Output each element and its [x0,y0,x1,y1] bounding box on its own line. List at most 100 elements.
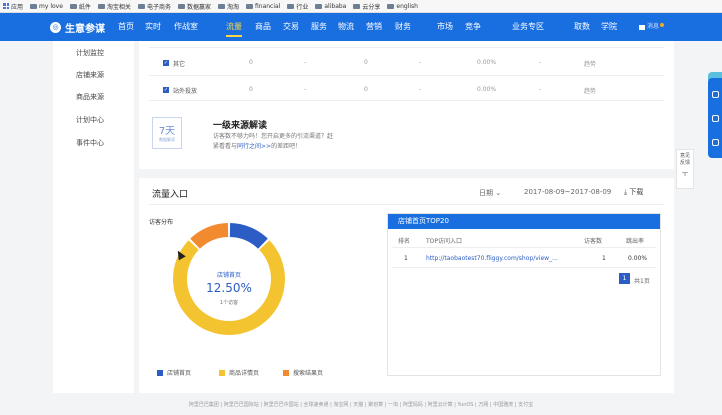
folder-icon [69,3,77,9]
nav-item-5[interactable]: 交易 [283,13,299,41]
apps-icon [3,3,9,9]
messages-label: 消息 [647,23,660,30]
envelope-icon [639,24,645,30]
row-url[interactable]: http://taobaotest70.fliggy.com/shop/view… [426,255,558,262]
bookmark-item[interactable]: my love [30,3,63,10]
legend-item[interactable]: 搜索结果页 [283,368,323,377]
row-checkbox[interactable]: ✓ [163,60,169,66]
sidebar-item-1[interactable]: 店铺来源 [76,70,104,80]
sidebar-item-2[interactable]: 商品来源 [76,92,104,102]
nav-item-10[interactable]: 市场 [437,13,453,41]
nav-item-12[interactable]: 业务专区 [512,13,544,41]
bookmark-item[interactable]: 电子商务 [137,2,171,11]
days-tag: 数据解读 [159,137,175,142]
bookmark-item[interactable]: 行业 [287,2,308,11]
bookmark-label: 数据赢家 [186,3,211,11]
peer-link[interactable]: 同行之间>> [237,143,271,150]
bookmark-label: 电子商务 [146,3,171,11]
folder-icon [97,3,105,9]
date-select[interactable]: 日期 ⌄ [479,188,501,198]
divider [149,100,664,101]
nav-item-1[interactable]: 实时 [145,13,161,41]
back-to-top-button[interactable]: ㅜ [677,169,693,179]
row-cell: 0.00% [477,59,497,66]
folder-icon [315,3,323,9]
section-gap [139,169,674,178]
sidebar-item-4[interactable]: 事件中心 [76,138,104,148]
nav-item-14[interactable]: 学院 [601,13,617,41]
nav-item-7[interactable]: 物流 [338,13,354,41]
row-checkbox[interactable]: ✓ [163,87,169,93]
nav-item-9[interactable]: 财务 [395,13,411,41]
nav-item-13[interactable]: 取数 [574,13,590,41]
side-toolbar [708,78,722,158]
donut-center-value: 12.50% [206,281,252,295]
brand-icon: ◎ [50,21,61,33]
bell-icon[interactable] [711,90,719,98]
folder-icon [287,3,295,9]
bookmark-item[interactable]: financial [245,2,281,10]
slice-2[interactable] [190,223,229,249]
chat-icon[interactable] [711,114,719,122]
bookmark-label: financial [254,2,281,10]
legend-label: 搜索结果页 [293,370,324,377]
bookmark-label: 行业 [296,3,309,11]
bookmark-label: alibaba [324,2,347,10]
bookmark-label: 淘淘 [226,3,239,11]
bookmark-item[interactable]: 纸件 [69,2,91,11]
brand-logo[interactable]: ◎ 生意参谋 [50,20,105,35]
nav-item-11[interactable]: 竞争 [465,13,481,41]
legend-swatch [219,369,225,376]
nav-item-6[interactable]: 服务 [311,13,327,41]
feedback-button[interactable]: 意见 反馈 [677,153,693,167]
row-rank: 1 [404,255,408,262]
bookmark-item[interactable]: 淘宝相关 [97,2,131,11]
bookmark-item[interactable]: english [387,3,418,10]
main-panel: 7天 数据解读 一级来源解读 访客数不够力吗！您开启更多的引流渠道？赶 紧看看与… [139,41,674,393]
bookmark-item[interactable]: 云分享 [353,2,380,11]
nav-item-3[interactable]: 流量 [226,13,242,41]
legend-label: 商品详情页 [229,370,260,377]
messages-button[interactable]: 消息 [639,13,665,41]
bookmark-item[interactable]: 应用 [3,2,23,11]
sidebar-item-3[interactable]: 计划中心 [76,115,104,125]
row-cell: - [304,86,307,93]
notification-dot [660,22,665,27]
trend-link[interactable]: 趋势 [584,59,596,68]
divider [392,247,656,248]
row-bounce: 0.00% [628,255,648,262]
legend-item[interactable]: 店铺首页 [157,368,191,377]
legend-label: 店铺首页 [167,370,192,377]
nav-item-2[interactable]: 作战室 [174,13,198,41]
bookmark-label: my love [39,2,63,10]
date-label: 日期 [479,189,493,197]
bookmark-item[interactable]: 淘淘 [217,2,239,11]
row-cell: - [539,86,542,93]
folder-icon [387,3,395,9]
row-cell: - [419,86,422,93]
legend-swatch [283,369,289,376]
download-button[interactable]: ⤓ 下载 [624,187,643,197]
feedback-line2: 反馈 [679,160,690,166]
col-rank: 排名 [398,238,411,245]
bookmark-item[interactable]: alibaba [315,3,346,10]
bookmark-item[interactable]: 数据赢家 [177,2,211,11]
row-cell: 0 [249,86,253,93]
clock-icon[interactable] [711,138,719,146]
slice-0[interactable] [229,223,268,249]
sidebar-item-0[interactable]: 计划监控 [76,48,104,58]
row-cell: - [539,59,542,66]
row-cell: - [304,59,307,66]
page-1-button[interactable]: 1 [619,273,630,284]
nav-item-4[interactable]: 商品 [255,13,271,41]
divider [149,204,664,205]
nav-item-8[interactable]: 营销 [366,13,382,41]
date-range: 2017-08-09~2017-08-09 [524,188,612,196]
legend-item[interactable]: 商品详情页 [219,368,259,377]
trend-link[interactable]: 趋势 [584,86,596,95]
nav-item-0[interactable]: 首页 [118,13,134,41]
folder-icon [217,3,225,9]
promo-text-2b: 的差距吧！ [271,143,302,150]
top20-table: 店铺首页TOP20 排名 TOP访问入口 访客数 跳出率 1 http://ta… [387,213,661,376]
brand-name: 生意参谋 [65,23,105,35]
